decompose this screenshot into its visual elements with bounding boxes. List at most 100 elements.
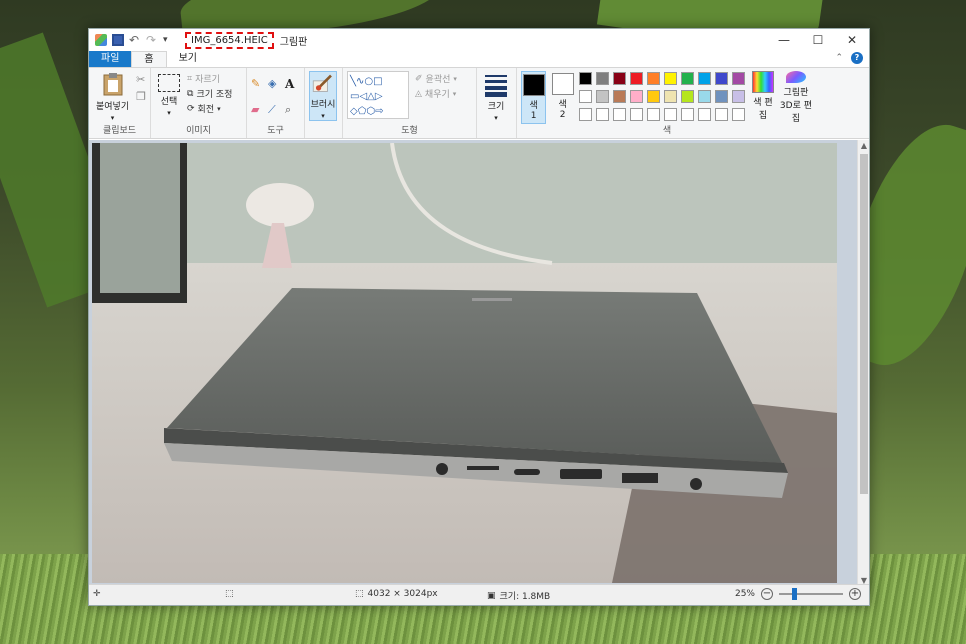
palette-swatch[interactable] (714, 72, 728, 85)
filesize-segment: ▣ 크기: 1.8MB (487, 589, 550, 603)
collapse-ribbon-icon[interactable]: ⌃ (835, 53, 843, 63)
color1-swatch (522, 74, 545, 96)
rotate-button[interactable]: ⟳ 회전 ▾ (187, 101, 232, 116)
paint-window: ↶ ↷ ▾ IMG_6654.HEIC 그림판 — ☐ ✕ 파일 홈 보기 ⌃ … (88, 28, 870, 606)
palette-swatch[interactable] (612, 108, 626, 121)
cut-icon[interactable]: ✂ (136, 73, 146, 86)
tab-view[interactable]: 보기 (167, 51, 209, 67)
group-tools: ✎ ◈ A ▰ ⟋ ⌕ 도구 (247, 68, 305, 138)
magnifier-icon[interactable]: ⌕ (285, 103, 299, 124)
ribbon-tabs: 파일 홈 보기 ⌃ ? (89, 51, 869, 67)
file-name: IMG_6654.HEIC (185, 31, 274, 49)
outline-button[interactable]: ✐ 윤곽선 ▾ (415, 71, 457, 86)
photo-image[interactable] (92, 143, 837, 583)
text-icon[interactable]: A (285, 77, 299, 98)
canvas-area[interactable] (89, 140, 859, 586)
palette-swatch[interactable] (612, 72, 626, 85)
crop-button[interactable]: ⌗ 자르기 (187, 71, 232, 86)
palette-swatch[interactable] (731, 90, 745, 103)
zoom-control: 25% − + (735, 588, 861, 600)
palette-swatch[interactable] (697, 72, 711, 85)
color-palette (578, 72, 747, 124)
palette-swatch[interactable] (629, 108, 643, 121)
paint3d-button[interactable]: 그림판 3D로 편집 (779, 71, 813, 124)
group-clipboard: 붙여넣기 ▾ ✂ ❐ 클립보드 (89, 68, 151, 138)
zoom-slider-thumb[interactable] (791, 588, 797, 600)
color2-swatch (551, 73, 574, 95)
zoom-out-button[interactable]: − (761, 588, 773, 600)
group-size: 크기 ▾ (477, 68, 517, 138)
palette-swatch[interactable] (663, 108, 677, 121)
select-label: 선택 (160, 97, 178, 107)
size-button[interactable]: 크기 ▾ (481, 71, 511, 124)
quick-access-toolbar: ↶ ↷ ▾ (95, 34, 175, 46)
palette-swatch[interactable] (714, 90, 728, 103)
zoom-in-button[interactable]: + (849, 588, 861, 600)
color2-button[interactable]: 색 2 (550, 71, 575, 124)
palette-swatch[interactable] (646, 108, 660, 121)
selection-size-icon: ⬚ (225, 589, 234, 599)
cursor-position-icon: ✛ (93, 589, 101, 599)
palette-swatch[interactable] (646, 72, 660, 85)
eraser-icon[interactable]: ▰ (251, 103, 265, 124)
palette-swatch[interactable] (680, 90, 694, 103)
select-button[interactable]: 선택 ▾ (155, 71, 183, 124)
palette-swatch[interactable] (595, 72, 609, 85)
pencil-icon[interactable]: ✎ (251, 77, 265, 98)
palette-swatch[interactable] (578, 72, 592, 85)
palette-swatch[interactable] (629, 72, 643, 85)
palette-swatch[interactable] (697, 90, 711, 103)
undo-icon[interactable]: ↶ (129, 34, 141, 46)
palette-swatch[interactable] (731, 72, 745, 85)
group-colors: 색 1 색 2 색 편집 그림판 3D로 편집 색 (517, 68, 817, 138)
color1-button[interactable]: 색 1 (521, 71, 547, 124)
palette-swatch[interactable] (697, 108, 711, 121)
palette-swatch[interactable] (612, 90, 626, 103)
palette-swatch[interactable] (646, 90, 660, 103)
fill-bucket-icon[interactable]: ◈ (268, 77, 282, 98)
palette-swatch[interactable] (680, 108, 694, 121)
shapes-gallery[interactable]: ╲∿○□ ▭◁△▷ ◇⬠⬡⇨ (347, 71, 409, 119)
color-picker-icon[interactable]: ⟋ (268, 103, 282, 124)
group-image: 선택 ▾ ⌗ 자르기 ⧉ 크기 조정 ⟳ 회전 ▾ 이미지 (151, 68, 247, 138)
save-icon[interactable] (112, 34, 124, 46)
palette-swatch[interactable] (595, 108, 609, 121)
paste-button[interactable]: 붙여넣기 ▾ (93, 71, 132, 124)
palette-swatch[interactable] (680, 72, 694, 85)
palette-swatch[interactable] (595, 90, 609, 103)
palette-swatch[interactable] (714, 108, 728, 121)
palette-swatch[interactable] (629, 90, 643, 103)
tab-file[interactable]: 파일 (89, 51, 132, 67)
customize-toolbar-icon[interactable]: ▾ (163, 34, 175, 46)
disk-icon: ▣ (487, 590, 496, 601)
size-label: 크기 (487, 102, 505, 112)
edit-colors-button[interactable]: 색 편집 (751, 71, 775, 124)
paste-label: 붙여넣기 (96, 102, 130, 112)
maximize-button[interactable]: ☐ (801, 29, 835, 51)
group-shapes: ╲∿○□ ▭◁△▷ ◇⬠⬡⇨ ✐ 윤곽선 ▾ ◬ 채우기 ▾ 도형 (343, 68, 477, 138)
zoom-slider[interactable] (779, 588, 843, 600)
group-brushes: 브러시 ▾ (305, 68, 343, 138)
shapes-group-label: 도형 (401, 126, 418, 136)
help-icon[interactable]: ? (851, 52, 863, 64)
copy-icon[interactable]: ❐ (136, 90, 146, 103)
palette-swatch[interactable] (578, 108, 592, 121)
palette-swatch[interactable] (578, 90, 592, 103)
scroll-up-icon[interactable]: ▲ (858, 141, 870, 150)
close-button[interactable]: ✕ (835, 29, 869, 51)
tab-home[interactable]: 홈 (131, 51, 167, 67)
brushes-button[interactable]: 브러시 ▾ (309, 71, 337, 121)
ribbon: 붙여넣기 ▾ ✂ ❐ 클립보드 선택 ▾ ⌗ 자르기 ⧉ 크기 조정 ⟳ 회전 ▾ 이미… (89, 67, 869, 139)
palette-swatch[interactable] (663, 90, 677, 103)
clipboard-icon (103, 73, 123, 96)
clipboard-group-label: 클립보드 (102, 126, 137, 136)
fill-button[interactable]: ◬ 채우기 ▾ (415, 86, 457, 101)
scroll-thumb[interactable] (860, 154, 868, 494)
palette-swatch[interactable] (663, 72, 677, 85)
palette-swatch[interactable] (731, 108, 745, 121)
redo-icon[interactable]: ↷ (146, 34, 158, 46)
minimize-button[interactable]: — (767, 29, 801, 51)
vertical-scrollbar[interactable]: ▲ ▼ (857, 140, 869, 586)
tools-group-label: 도구 (267, 126, 284, 136)
resize-button[interactable]: ⧉ 크기 조정 (187, 86, 232, 101)
